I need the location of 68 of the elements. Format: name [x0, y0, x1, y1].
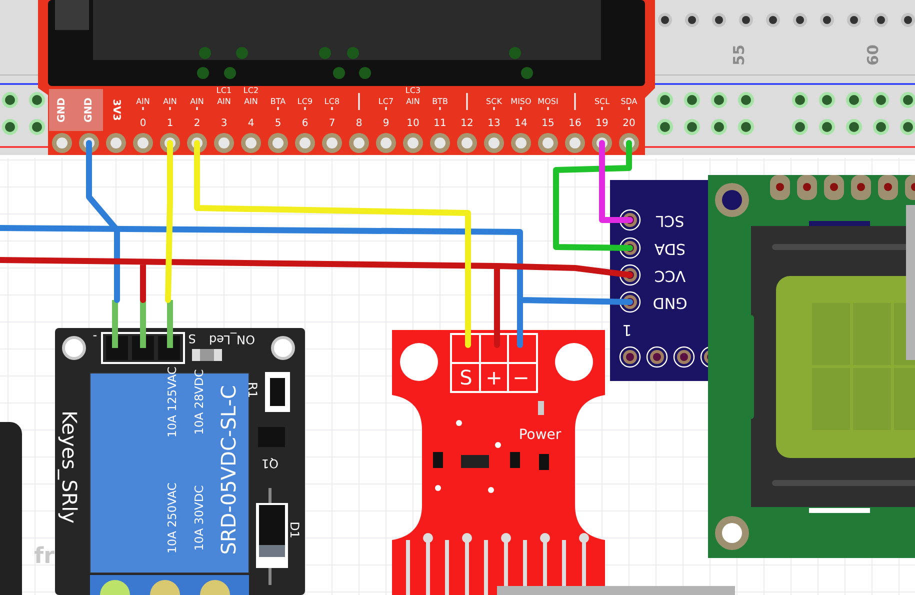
pin-label: LC9 — [297, 97, 313, 106]
pin-label: LC1 — [216, 86, 232, 95]
pin-number: 14 — [514, 118, 528, 129]
column-number: 55 — [730, 44, 748, 66]
pin-label: − — [512, 365, 530, 390]
pin-label: AIN — [163, 97, 177, 106]
led-label: Power — [518, 426, 562, 443]
pin-number: 4 — [248, 118, 254, 129]
pin-number: 9 — [382, 118, 390, 129]
pin-label: VCC — [654, 266, 686, 285]
component-label: R1 — [246, 382, 260, 398]
relay-rating: 10A 125VAC — [165, 366, 180, 438]
relay-model: SRD-05VDC-SL-C — [216, 385, 240, 555]
pin-label: S — [188, 332, 196, 346]
pin-number: 1 — [166, 118, 174, 129]
relay-rating: 10A 30VDC — [192, 485, 206, 551]
pin-label: SDA — [620, 97, 638, 106]
pin-label: GND — [84, 98, 95, 122]
pin-label: AIN — [217, 97, 231, 106]
pin-number: 6 — [302, 118, 308, 129]
column-number: 60 — [864, 44, 882, 66]
pin-label: AIN — [136, 97, 150, 106]
pin-label: S — [460, 365, 472, 390]
pin-one-label: 1 — [622, 320, 632, 339]
relay-rating: 10A 250VAC — [165, 482, 180, 554]
pin-label: - — [92, 330, 98, 344]
pin-label: 3V3 — [110, 99, 122, 121]
pin-number: 10 — [406, 118, 420, 129]
pin-label: SCL — [656, 212, 684, 230]
pin-label: GND — [56, 98, 68, 122]
pin-number: 13 — [488, 118, 500, 129]
pin-label: AIN — [190, 97, 204, 106]
component-label: Q1 — [261, 456, 279, 471]
pin-label: LC2 — [243, 86, 259, 95]
pin-label: SDA — [654, 240, 686, 258]
pin-label: MOSI — [538, 97, 558, 106]
pin-number: 3 — [220, 118, 228, 129]
pin-number: 2 — [194, 118, 200, 129]
pin-number: 19 — [596, 118, 608, 129]
pin-label: SCK — [486, 97, 502, 106]
pin-label: BTA — [270, 97, 286, 106]
pin-label: LC7 — [378, 97, 394, 106]
pin-number: 20 — [622, 118, 636, 129]
pin-label: GND — [652, 294, 688, 312]
pin-label: AIN — [406, 97, 420, 106]
pin-number: 7 — [328, 118, 336, 129]
pin-label: MISO — [510, 97, 532, 106]
pin-number: 11 — [434, 118, 446, 129]
pin-label: SCL — [594, 97, 610, 106]
pin-label: + — [486, 365, 502, 390]
pin-label: BTB — [432, 97, 448, 106]
wire[interactable] — [553, 140, 633, 251]
pin-number: 15 — [542, 118, 554, 129]
wire[interactable] — [0, 225, 633, 348]
component-label: D1 — [288, 522, 302, 538]
pin-number: 5 — [274, 118, 282, 129]
pin-number: 16 — [568, 118, 582, 129]
pin-number: 0 — [140, 118, 146, 129]
pin-number: 8 — [356, 118, 362, 129]
pin-number: 12 — [460, 118, 474, 129]
pin-label: LC8 — [324, 97, 340, 106]
wire[interactable] — [599, 140, 633, 223]
pin-label: LC3 — [405, 86, 421, 95]
relay-rating: 10A 28VDC — [192, 369, 206, 435]
module-name: Keyes_SRly — [58, 410, 82, 524]
led-label: ON_Led — [209, 332, 255, 347]
pin-label: AIN — [244, 97, 258, 106]
wire[interactable] — [0, 257, 633, 348]
